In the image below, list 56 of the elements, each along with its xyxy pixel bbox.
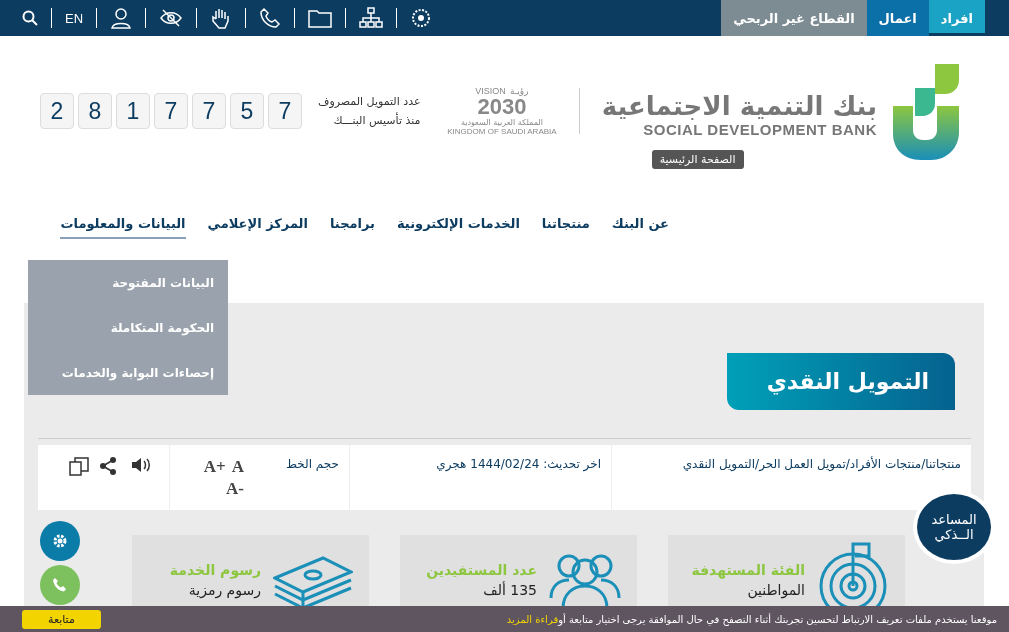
- country-english: KINGDOM OF SAUDI ARABIA: [447, 127, 557, 136]
- counter-digit: 5: [230, 93, 264, 129]
- counter-digit: 2: [40, 93, 74, 129]
- font-size-button[interactable]: A: [231, 457, 244, 477]
- settings-button[interactable]: [40, 521, 80, 561]
- counter-label: منذ تأسيس البنـــك: [333, 114, 421, 127]
- card-value: المواطنين: [746, 582, 805, 598]
- emblem-icon[interactable]: [410, 7, 433, 29]
- bank-name: بنك التنمية الاجتماعية: [601, 92, 877, 121]
- bank-name-english: SOCIAL DEVELOPMENT BANK: [643, 120, 877, 138]
- gear-icon: [52, 533, 68, 549]
- share-icon[interactable]: [99, 457, 117, 475]
- page-title: التمويل النقدي: [727, 353, 955, 410]
- sitemap-icon[interactable]: [359, 7, 384, 29]
- counter-digit: 8: [78, 93, 112, 129]
- copy-icon[interactable]: [69, 457, 89, 477]
- continue-button[interactable]: متابعة: [22, 609, 101, 629]
- counter-digit: 7: [154, 93, 188, 129]
- nav-link[interactable]: المركز الإعلامي: [207, 209, 308, 239]
- search-icon[interactable]: [22, 10, 38, 26]
- nav-link[interactable]: برامجنا: [329, 209, 375, 239]
- breadcrumb: منتجاتنا/منتجات الأفراد/تمويل العمل الحر/التمويل النقدي: [682, 457, 961, 471]
- tooltip: الصفحة الرئيسية: [651, 150, 744, 170]
- counter-label: عدد التمويل المصروف: [318, 95, 421, 108]
- nav-link[interactable]: منتجاتنا: [541, 209, 590, 239]
- vision-label: VISION: [475, 86, 506, 96]
- vision-year: 2030: [477, 95, 527, 118]
- speaker-icon[interactable]: [131, 457, 151, 473]
- card-value: رسوم رمزية: [187, 582, 261, 598]
- user-icon[interactable]: [110, 7, 133, 29]
- card-title: عدد المستفيدين: [426, 562, 537, 578]
- card-title: الفئة المستهدفة: [691, 562, 805, 578]
- font-size-label: حجم الخط: [285, 457, 339, 473]
- card-value: 135 ألف: [482, 582, 537, 598]
- counter-digit: 7: [268, 93, 302, 129]
- vision-arabic: رؤيـة: [509, 86, 529, 96]
- last-updated: اخر تحديث: 1444/02/24 هجري: [436, 457, 601, 471]
- counter-digit: 7: [192, 93, 226, 129]
- audience-tab[interactable]: اعمال: [866, 0, 929, 36]
- counter-digit: 1: [116, 93, 150, 129]
- cookie-message: موقعنا يستخدم ملفات تعريف الارتباط لتحسين تجربتك أثناء التصفح في حال الموافقة يرجى اختيار متابعة أوقراءة المزيد: [506, 613, 997, 625]
- language-link[interactable]: EN: [65, 10, 84, 26]
- read-more-link[interactable]: قراءة المزيد: [506, 613, 559, 625]
- logo-icon[interactable]: [891, 62, 961, 160]
- nav-link[interactable]: البيانات والمعلومات: [60, 209, 186, 239]
- font-size-button[interactable]: A+: [203, 457, 226, 477]
- audience-tab[interactable]: القطاع غير الربحي: [721, 0, 867, 36]
- phone-icon: [52, 577, 68, 593]
- country-arabic: المملكة العربية السعودية: [460, 118, 543, 127]
- folder-icon[interactable]: [308, 8, 333, 28]
- font-size-button[interactable]: A-: [226, 479, 244, 499]
- hidden-eye-icon[interactable]: [159, 8, 184, 28]
- nav-link[interactable]: الخدمات الإلكترونية: [397, 209, 520, 239]
- card-title: رسوم الخدمة: [169, 562, 261, 578]
- nav-link[interactable]: عن البنك: [611, 209, 669, 239]
- phone-icon[interactable]: [259, 7, 282, 29]
